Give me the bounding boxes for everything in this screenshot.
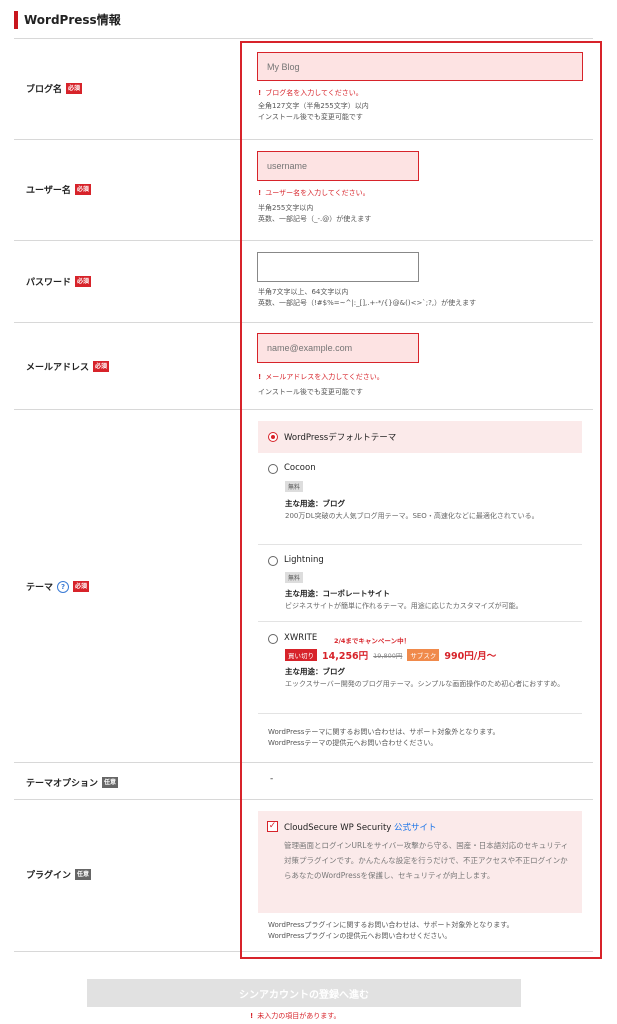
required-badge: 必須 (66, 83, 83, 94)
plugin-label: プラグイン 任意 (26, 869, 92, 881)
section-title: WordPress情報 (24, 13, 121, 27)
optional-badge: 任意 (102, 777, 119, 788)
submit-error: ! 未入力の項目があります。 (250, 1012, 341, 1020)
username-label: ユーザー名 必須 (26, 184, 91, 196)
required-badge: 必須 (93, 361, 110, 372)
email-label: メールアドレス 必須 (26, 361, 110, 373)
highlight-frame (240, 41, 602, 959)
theme-option-label: テーマオプション 任意 (26, 777, 119, 789)
required-badge: 必須 (73, 581, 90, 592)
submit-button[interactable]: シンアカウントの登録へ進む (87, 979, 521, 1007)
password-label: パスワード 必須 (26, 276, 92, 288)
theme-label: テーマ ? 必須 (26, 580, 90, 593)
blog-name-label: ブログ名 必須 (26, 83, 83, 95)
required-badge: 必須 (74, 184, 91, 195)
divider (14, 38, 593, 39)
section-title-bar (14, 11, 18, 29)
alert-icon: ! (250, 1012, 254, 1020)
optional-badge: 任意 (75, 869, 92, 880)
required-badge: 必須 (75, 276, 92, 287)
help-icon[interactable]: ? (57, 580, 70, 593)
